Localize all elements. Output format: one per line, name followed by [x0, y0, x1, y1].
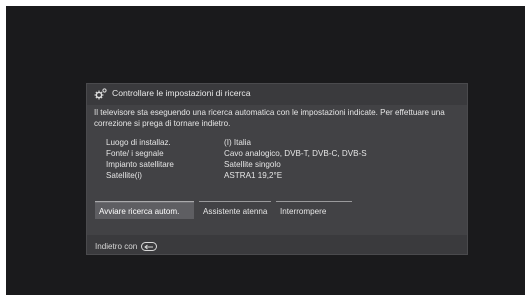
- back-button-icon: [141, 242, 158, 251]
- dialog-title: Controllare le impostazioni di ricerca: [112, 88, 251, 98]
- settings-label: Luogo di installaz.: [106, 138, 171, 147]
- settings-value: Cavo analogico, DVB-T, DVB-C, DVB-S: [224, 149, 367, 158]
- stop-button[interactable]: Interrompere: [276, 201, 352, 219]
- gear-icon: [94, 87, 108, 101]
- settings-value: Satellite singolo: [224, 160, 281, 169]
- search-settings-dialog: Controllare le impostazioni di ricerca I…: [86, 83, 468, 255]
- settings-label: Impianto satellitare: [106, 160, 174, 169]
- settings-summary: Luogo di installaz. (I) Italia Fonte/ i …: [106, 137, 367, 181]
- settings-label: Satellite(i): [106, 171, 142, 180]
- tv-screen: Controllare le impostazioni di ricerca I…: [6, 6, 525, 295]
- dialog-footer: Indietro con: [95, 242, 158, 251]
- dialog-description: Il televisore sta eseguendo una ricerca …: [94, 108, 445, 128]
- settings-value: ASTRA1 19,2°E: [224, 171, 283, 180]
- dialog-header: Controllare le impostazioni di ricerca: [87, 84, 467, 104]
- button-row: Avviare ricerca autom. Assistente atenna…: [95, 201, 352, 219]
- settings-row: Fonte/ i segnale Cavo analogico, DVB-T, …: [106, 148, 367, 159]
- settings-row: Luogo di installaz. (I) Italia: [106, 137, 367, 148]
- antenna-assistant-button[interactable]: Assistente atenna: [199, 201, 271, 219]
- settings-row: Satellite(i) ASTRA1 19,2°E: [106, 170, 367, 181]
- settings-value: (I) Italia: [224, 138, 251, 147]
- start-auto-search-button[interactable]: Avviare ricerca autom.: [95, 201, 194, 219]
- settings-row: Impianto satellitare Satellite singolo: [106, 159, 367, 170]
- settings-label: Fonte/ i segnale: [106, 149, 164, 158]
- dialog-body: Il televisore sta eseguendo una ricerca …: [87, 105, 467, 235]
- back-hint-text: Indietro con: [95, 242, 138, 251]
